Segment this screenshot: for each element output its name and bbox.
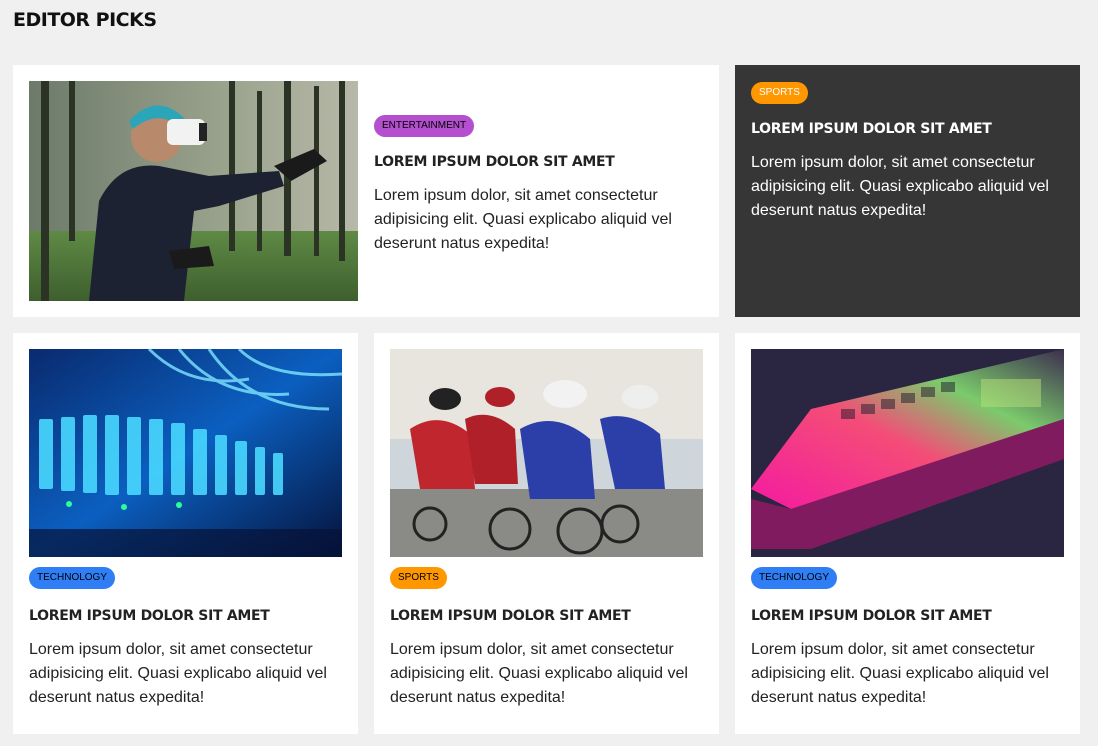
category-badge[interactable]: SPORTS — [390, 567, 447, 589]
dark-card[interactable]: SPORTS LOREM IPSUM DOLOR SIT AMET Lorem … — [735, 65, 1080, 317]
article-card[interactable]: TECHNOLOGY LOREM IPSUM DOLOR SIT AMET Lo… — [735, 333, 1080, 734]
server-rack-photo[interactable] — [29, 349, 342, 557]
card-excerpt: Lorem ipsum dolor, sit amet consectetur … — [751, 641, 1049, 706]
article-card[interactable]: SPORTS LOREM IPSUM DOLOR SIT AMET Lorem … — [374, 333, 719, 734]
category-badge[interactable]: TECHNOLOGY — [29, 567, 116, 589]
article-card[interactable]: TECHNOLOGY LOREM IPSUM DOLOR SIT AMET Lo… — [13, 333, 358, 734]
card-excerpt: Lorem ipsum dolor, sit amet consectetur … — [751, 154, 1049, 219]
featured-card[interactable]: ENTERTAINMENT LOREM IPSUM DOLOR SIT AMET… — [13, 65, 719, 317]
section-title: EDITOR PICKS — [13, 9, 157, 31]
card-excerpt: Lorem ipsum dolor, sit amet consectetur … — [29, 641, 327, 706]
card-title[interactable]: LOREM IPSUM DOLOR SIT AMET — [390, 607, 703, 625]
card-excerpt: Lorem ipsum dolor, sit amet consectetur … — [374, 187, 672, 252]
card-title[interactable]: LOREM IPSUM DOLOR SIT AMET — [751, 607, 1064, 625]
vr-headset-photo[interactable] — [29, 81, 358, 301]
card-excerpt: Lorem ipsum dolor, sit amet consectetur … — [390, 641, 688, 706]
category-badge[interactable]: TECHNOLOGY — [751, 567, 838, 589]
card-title[interactable]: LOREM IPSUM DOLOR SIT AMET — [29, 607, 342, 625]
card-title[interactable]: LOREM IPSUM DOLOR SIT AMET — [751, 120, 1061, 138]
card-title[interactable]: LOREM IPSUM DOLOR SIT AMET — [374, 153, 694, 171]
cyclists-photo[interactable] — [390, 349, 703, 557]
category-badge[interactable]: SPORTS — [751, 82, 808, 104]
laptop-keyboard-photo[interactable] — [751, 349, 1064, 557]
category-badge[interactable]: ENTERTAINMENT — [374, 115, 475, 137]
